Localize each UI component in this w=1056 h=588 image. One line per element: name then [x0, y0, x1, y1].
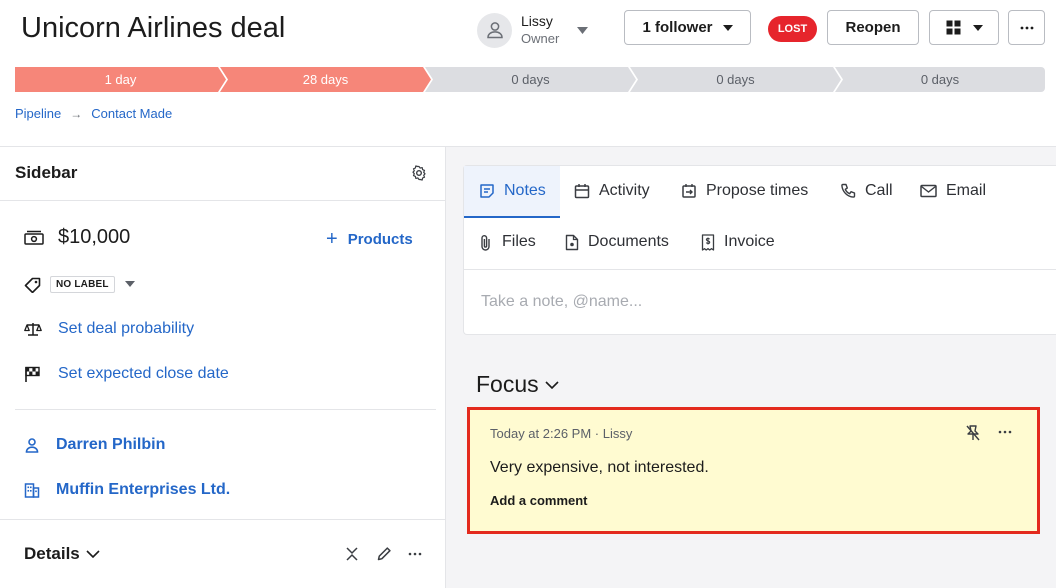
stage-3[interactable]: 0 days	[425, 67, 636, 92]
tab-invoice[interactable]: Invoice	[701, 233, 775, 251]
follower-button[interactable]: 1 follower	[624, 10, 751, 45]
focus-title: Focus	[476, 371, 539, 397]
note-text: Very expensive, not interested.	[490, 459, 709, 476]
deal-title: Unicorn Airlines deal	[21, 12, 286, 44]
more-icon[interactable]	[998, 430, 1012, 434]
grid-icon	[946, 20, 960, 35]
phone-icon	[841, 183, 856, 198]
activity-composer: Notes Activity Propose times Call Email …	[463, 165, 1056, 335]
divider	[464, 269, 1056, 270]
chevron-down-icon	[545, 380, 559, 389]
focus-section-toggle[interactable]: Focus	[476, 371, 559, 398]
gear-icon[interactable]	[411, 165, 427, 181]
owner-name: Lissy	[521, 13, 553, 29]
more-actions-button[interactable]	[1008, 10, 1045, 45]
flag-icon	[25, 366, 40, 382]
deal-value[interactable]: $10,000	[58, 226, 130, 249]
money-icon	[24, 230, 44, 245]
deal-header: Unicorn Airlines deal Lissy Owner 1 foll…	[0, 0, 1056, 146]
breadcrumb-pipeline[interactable]: Pipeline	[15, 106, 61, 121]
add-products-button[interactable]: + Products	[326, 229, 413, 249]
avatar	[477, 12, 512, 48]
sidebar-title: Sidebar	[15, 163, 78, 182]
details-section-toggle[interactable]: Details	[24, 544, 100, 564]
owner-selector[interactable]: Lissy Owner	[477, 12, 589, 48]
calendar-icon	[574, 184, 590, 199]
tab-files[interactable]: Files	[479, 233, 536, 251]
details-label: Details	[24, 544, 80, 563]
tab-notes[interactable]: Notes	[464, 166, 560, 218]
organization-row[interactable]: Muffin Enterprises Ltd.	[24, 481, 230, 499]
more-icon[interactable]	[408, 552, 422, 556]
set-close-date-row[interactable]: Set expected close date	[24, 365, 229, 383]
status-badge: LOST	[768, 16, 817, 42]
organization-link[interactable]: Muffin Enterprises Ltd.	[56, 481, 230, 499]
follower-label: 1 follower	[642, 19, 713, 36]
propose-times-icon	[682, 184, 696, 198]
divider	[0, 519, 445, 520]
stage-4[interactable]: 0 days	[630, 67, 841, 92]
divider	[0, 200, 445, 201]
pipeline-stages: 1 day 28 days 0 days 0 days 0 days	[15, 67, 1045, 92]
arrow-right-icon: →	[70, 106, 83, 121]
tab-activity[interactable]: Activity	[574, 182, 650, 200]
person-icon	[25, 438, 39, 453]
note-input[interactable]: Take a note, @name...	[481, 293, 642, 311]
caret-down-icon	[972, 24, 983, 31]
breadcrumb-stage[interactable]: Contact Made	[91, 106, 172, 121]
set-probability-row[interactable]: Set deal probability	[24, 320, 194, 338]
stage-5[interactable]: 0 days	[835, 67, 1045, 92]
pencil-icon[interactable]	[376, 546, 392, 562]
caret-down-icon	[722, 24, 733, 31]
tab-call[interactable]: Call	[840, 182, 893, 200]
products-label: Products	[347, 230, 413, 248]
note-icon	[480, 184, 494, 198]
tab-documents[interactable]: Documents	[565, 233, 669, 251]
sidebar: Sidebar $10,000 + Products NO LABEL Set …	[0, 147, 446, 588]
note-meta: Today at 2:26 PM · Lissy	[490, 426, 633, 441]
invoice-icon	[701, 233, 715, 251]
details-actions	[344, 546, 422, 562]
tab-propose-times[interactable]: Propose times	[681, 182, 808, 200]
unpin-icon[interactable]	[965, 424, 981, 442]
breadcrumb: Pipeline → Contact Made	[15, 106, 172, 121]
chevron-down-icon	[86, 550, 100, 558]
set-probability-link[interactable]: Set deal probability	[58, 320, 194, 338]
paperclip-icon	[481, 234, 490, 251]
envelope-icon	[920, 184, 937, 198]
collapse-icon[interactable]	[344, 546, 360, 562]
document-icon	[565, 234, 579, 250]
caret-down-icon	[577, 26, 589, 34]
stage-1[interactable]: 1 day	[15, 67, 226, 92]
reopen-button[interactable]: Reopen	[827, 10, 919, 45]
label-tag[interactable]: NO LABEL	[50, 276, 115, 293]
person-row[interactable]: Darren Philbin	[24, 436, 165, 454]
caret-down-icon[interactable]	[125, 281, 135, 287]
user-icon	[486, 22, 503, 39]
building-icon	[24, 483, 40, 498]
divider	[15, 409, 436, 410]
set-close-date-link[interactable]: Set expected close date	[58, 365, 229, 383]
tab-email[interactable]: Email	[920, 182, 986, 200]
main-content: Notes Activity Propose times Call Email …	[446, 147, 1056, 588]
stage-2[interactable]: 28 days	[220, 67, 431, 92]
view-switcher-button[interactable]	[929, 10, 999, 45]
plus-icon: +	[326, 228, 338, 250]
add-comment-button[interactable]: Add a comment	[490, 493, 588, 508]
person-link[interactable]: Darren Philbin	[56, 436, 165, 454]
pinned-note-card: Today at 2:26 PM · Lissy Very expensive,…	[467, 407, 1040, 534]
tag-icon	[24, 277, 41, 293]
owner-role: Owner	[521, 31, 560, 46]
scale-icon	[24, 323, 42, 336]
more-icon	[1020, 26, 1033, 29]
